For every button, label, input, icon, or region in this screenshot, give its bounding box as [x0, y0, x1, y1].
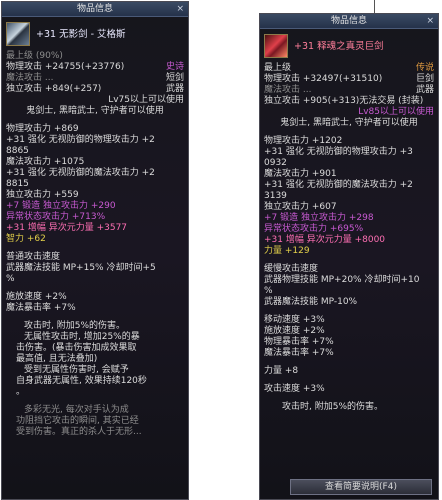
- stat-line: 物理攻击力 +1202: [264, 136, 343, 146]
- stat-line: 魔法攻击力 +901: [264, 169, 337, 179]
- stat-line: 异常状态攻击力 +713%: [6, 212, 106, 222]
- skill-line: 武器物理技能 MP+20% 冷却时间+10: [264, 275, 420, 285]
- stat-line: +7 锻造 独立攻击力 +298: [264, 213, 374, 223]
- stat-line: +7 锻造 独立攻击力 +290: [6, 201, 116, 211]
- desc-line: 无属性攻击时, 增加25%的暴: [24, 332, 140, 342]
- close-icon[interactable]: ×: [176, 2, 184, 16]
- stat-line: +31 强化 无视防御的物理攻击力 +2: [6, 135, 155, 145]
- stat-line: +31 强化 无视防御的魔法攻击力 +2: [264, 180, 413, 190]
- stat-line: +31 增幅 异次元力量 +8000: [264, 235, 386, 245]
- desc-line: 攻击时, 附加5%的伤害。: [24, 321, 126, 331]
- physical-attack-row: 物理攻击 +32497(+31510) 巨剑: [264, 74, 434, 84]
- class-requirement: 鬼剑士, 黑暗武士, 守护者可以使用: [26, 106, 164, 116]
- stat-line: +31 强化 无视防御的魔法攻击力 +2: [6, 168, 155, 178]
- class-requirement: 鬼剑士, 黑暗武士, 守护者可以使用: [280, 118, 418, 128]
- attack-speed-stat: 攻击速度 +3%: [264, 384, 325, 394]
- desc-line: 攻击时, 附加5%的伤害。: [282, 402, 384, 412]
- misc-stat: 物理暴击率 +7%: [264, 337, 334, 347]
- stat-line: 力量 +129: [264, 246, 310, 256]
- stat-line: 0932: [264, 158, 287, 168]
- window-titlebar[interactable]: 物品信息 ×: [260, 14, 438, 29]
- attack-speed-label: 普通攻击速度: [6, 252, 61, 262]
- stat-line: 智力 +62: [6, 234, 46, 244]
- misc-stat: 移动速度 +3%: [264, 315, 325, 325]
- greatsword-icon: [264, 34, 288, 58]
- item-info-window-left[interactable]: 物品信息 × +31 无影剑 - 艾格斯 最上级 (90%) 物理攻击 +247…: [1, 1, 189, 500]
- stat-line: 8865: [6, 146, 29, 156]
- item-header: +31 释魂之真灵巨剑: [260, 29, 438, 63]
- window-titlebar[interactable]: 物品信息 ×: [2, 2, 188, 17]
- sword-icon: [6, 22, 30, 46]
- stat-line: 异常状态攻击力 +695%: [264, 224, 364, 234]
- magic-attack-row: 魔法攻击 ... 短剑: [6, 73, 184, 83]
- level-requirement: Lv85以上可以使用: [358, 107, 434, 117]
- stat-line: 3139: [264, 191, 287, 201]
- desc-line: 。: [16, 387, 26, 397]
- independent-attack-row: 独立攻击 +905(+313)无法交易 (封装): [264, 96, 424, 106]
- window-title: 物品信息: [76, 4, 113, 14]
- close-icon[interactable]: ×: [426, 14, 434, 28]
- stat-line: +31 强化 无视防御的物理攻击力 +3: [264, 147, 413, 157]
- level-requirement: Lv75以上可以使用: [108, 95, 184, 105]
- skill-line: 武器魔法技能 MP+15% 冷却时间+5: [6, 263, 156, 273]
- view-brief-description-button[interactable]: 查看简要说明(F4): [290, 479, 432, 495]
- stat-line: 独立攻击力 +607: [264, 202, 337, 212]
- stat-line: +31 增幅 异次元力量 +3577: [6, 223, 128, 233]
- lore-line: 多彩无光, 每次对手认为成: [24, 405, 129, 415]
- stat-line: 8815: [6, 179, 29, 189]
- misc-stat: 魔法暴击率 +7%: [6, 303, 76, 313]
- stat-line: 魔法攻击力 +1075: [6, 157, 85, 167]
- stat-line: 物理攻击力 +869: [6, 124, 79, 134]
- item-info-window-right[interactable]: 物品信息 × +31 释魂之真灵巨剑 最上级 传说 物理攻击 +32497(+31…: [259, 13, 439, 500]
- desc-line: 最高值, 且无法叠加): [16, 354, 98, 364]
- skill-line: 武器魔法技能 MP-10%: [264, 297, 358, 307]
- lore-line: 受到伤害。真正的杀人于无形...: [16, 427, 142, 437]
- desc-line: 击伤害。(暴击伤害加成效果取: [16, 343, 137, 353]
- desc-line: 受到无属性伤害时, 会赋予: [24, 365, 129, 375]
- item-header: +31 无影剑 - 艾格斯: [2, 17, 188, 51]
- item-name: +31 释魂之真灵巨剑: [294, 40, 384, 52]
- grade-row: 最上级 (90%): [6, 51, 63, 61]
- attack-speed-label: 缓慢攻击速度: [264, 264, 319, 274]
- item-name: +31 无影剑 - 艾格斯: [36, 28, 126, 40]
- misc-stat: 魔法暴击率 +7%: [264, 348, 334, 358]
- skill-line: %: [6, 274, 15, 284]
- stat-line: 独立攻击力 +559: [6, 190, 79, 200]
- desc-line: 自身武器无属性, 效果持续120秒: [16, 376, 147, 386]
- skill-line: %: [264, 286, 273, 296]
- lore-line: 功阻挡它攻击的瞬间, 其实已经: [16, 416, 139, 426]
- misc-stat: 施放速度 +2%: [6, 292, 67, 302]
- window-title: 物品信息: [330, 16, 367, 26]
- divider-line: [374, 0, 375, 13]
- power-stat: 力量 +8: [264, 366, 299, 376]
- independent-attack-row: 独立攻击 +849(+257) 武器: [6, 84, 184, 94]
- magic-attack-row: 魔法攻击 ... 武器: [264, 85, 434, 95]
- misc-stat: 施放速度 +2%: [264, 326, 325, 336]
- physical-attack-row: 物理攻击 +24755(+23776) 史诗: [6, 62, 184, 72]
- grade-row: 最上级 传说: [264, 63, 434, 73]
